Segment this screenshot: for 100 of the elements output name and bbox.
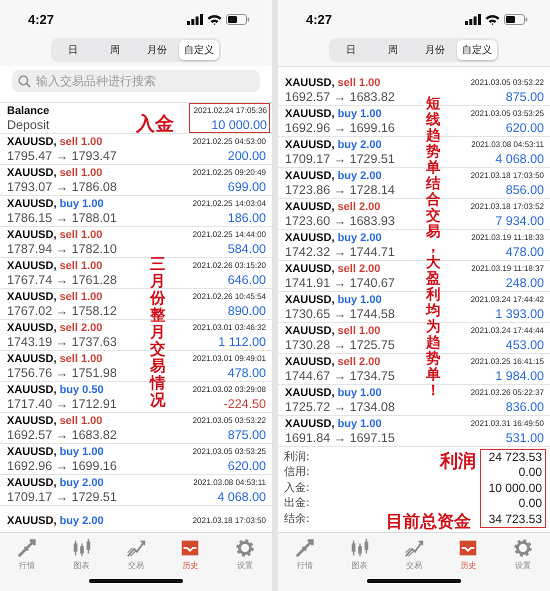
wifi-icon <box>207 14 222 24</box>
trade-time: 2021.03.19 11:18:33 <box>471 232 544 244</box>
trade-prices: 1786.15 → 1788.01 <box>7 210 117 226</box>
trade-profit: 890.00 <box>228 304 266 318</box>
search-field[interactable]: 输入交易品种进行搜索 <box>12 70 260 92</box>
nav-tab[interactable]: 交易 <box>394 537 434 571</box>
entry-title: Balance <box>7 104 50 118</box>
trade-prices: 1787.94 → 1782.10 <box>7 242 117 256</box>
trade-profit: 646.00 <box>228 272 266 288</box>
trade-time: 2021.03.05 03:53:22 <box>470 76 544 88</box>
trade-profit: 531.00 <box>506 430 544 446</box>
annotation-text: 目前总资金 <box>386 511 471 533</box>
trade-prices: 1709.17 → 1729.51 <box>7 490 117 504</box>
period-tab[interactable]: 日 <box>53 40 93 60</box>
trade-title: XAUUSD, buy 2.00 <box>7 476 105 490</box>
trade-profit: 620.00 <box>506 120 544 136</box>
trade-prices: 1723.60 → 1683.93 <box>285 214 395 228</box>
period-tab[interactable]: 日 <box>331 40 371 60</box>
period-tab[interactable]: 自定义 <box>457 40 497 60</box>
trade-prices: 1793.07 → 1786.08 <box>7 180 117 194</box>
trade-prices: 1692.57 → 1683.82 <box>285 90 395 104</box>
nav-tab[interactable]: 图表 <box>340 537 380 571</box>
trade-title: XAUUSD, buy 2.00 <box>285 138 383 152</box>
trade-time: 2021.03.18 17:03:50 <box>470 170 544 182</box>
period-tab[interactable]: 自定义 <box>179 40 219 60</box>
trade-title: XAUUSD, buy 2.00 <box>285 168 383 182</box>
trade-time: 2021.03.01 09:49:01 <box>192 352 266 364</box>
nav-tab[interactable]: 历史 <box>170 537 210 571</box>
trade-prices: 1725.72 → 1734.08 <box>285 400 395 414</box>
trade-profit: 4 068.00 <box>217 490 266 504</box>
battery-icon <box>226 14 250 24</box>
trade-title: XAUUSD, sell 1.00 <box>7 166 104 180</box>
trade-time: 2021.03.01 03:46:32 <box>192 322 266 334</box>
trade-profit: 699.00 <box>228 180 266 194</box>
trade-prices: 1756.76 → 1751.98 <box>7 366 117 380</box>
trade-profit: 1 112.00 <box>218 334 266 350</box>
trade-profit: 200.00 <box>228 148 266 164</box>
signal-icon <box>187 14 203 24</box>
trade-title: XAUUSD, buy 1.00 <box>7 196 105 210</box>
nav-tab[interactable]: 交易 <box>116 537 156 571</box>
trade-title: XAUUSD, sell 1.00 <box>285 324 382 338</box>
battery-icon <box>504 14 528 24</box>
period-tab[interactable]: 月份 <box>415 40 455 60</box>
trade-prices: 1717.40 → 1712.91 <box>7 396 117 412</box>
status-time: 4:27 <box>306 12 332 26</box>
trade-prices: 1744.67 → 1734.75 <box>285 368 395 384</box>
trade-prices: 1795.47 → 1793.47 <box>7 148 117 164</box>
trade-prices: 1743.19 → 1737.63 <box>7 334 117 350</box>
trade-profit: 1 984.00 <box>495 368 544 384</box>
trade-profit: 7 934.00 <box>495 214 544 228</box>
nav-tab[interactable]: 图表 <box>62 537 102 571</box>
settings-icon <box>512 537 534 559</box>
trade-time: 2021.02.25 09:20:49 <box>192 166 266 178</box>
summary-label: 结余: <box>284 510 310 526</box>
annotation-text: 短线趋势单结合交易，大盈利均为趋势单！ <box>426 97 440 400</box>
trade-title: XAUUSD, sell 1.00 <box>7 258 104 272</box>
entry-amount: 10 000.00 <box>211 118 267 132</box>
annotation-text: 三月份整月交易情况 <box>150 256 166 410</box>
nav-tab[interactable]: 设置 <box>502 537 543 571</box>
summary-label: 出金: <box>284 495 310 510</box>
trade-time: 2021.03.05 03:53:25 <box>470 108 544 120</box>
trade-title: XAUUSD, sell 1.00 <box>285 76 382 90</box>
trade-title: XAUUSD, sell 2.00 <box>285 354 382 368</box>
trade-time: 2021.03.02 03:29:08 <box>192 384 266 396</box>
signal-icon <box>465 14 481 24</box>
wifi-icon <box>485 14 500 24</box>
trade-title: XAUUSD, buy 1.00 <box>285 416 383 430</box>
trade-prices: 1742.32 → 1744.71 <box>285 244 395 260</box>
trade-profit: 875.00 <box>506 90 544 104</box>
trade-profit: 875.00 <box>228 428 266 442</box>
trade-profit: 478.00 <box>506 244 544 260</box>
entry-time: 2021.02.24 17:05:36 <box>194 104 267 116</box>
trade-prices: 1767.02 → 1758.12 <box>7 304 117 318</box>
summary-label: 入金: <box>284 480 310 495</box>
trade-title: XAUUSD, sell 1.00 <box>7 134 104 148</box>
trade-title: XAUUSD, buy 1.00 <box>7 444 105 458</box>
trade-prices: 1692.57 → 1683.82 <box>7 428 117 442</box>
trade-time: 2021.02.25 14:44:00 <box>192 228 266 240</box>
summary-value: 24 723.53 <box>488 450 542 465</box>
trade-prices: 1692.96 → 1699.16 <box>285 120 395 136</box>
trade-profit: 1 393.00 <box>495 306 544 322</box>
period-tab[interactable]: 周 <box>373 40 413 60</box>
trade-profit: 453.00 <box>506 338 544 352</box>
trade-title: XAUUSD, buy 2.00 <box>7 514 104 528</box>
trade-time: 2021.02.25 04:53:00 <box>192 136 266 148</box>
nav-tab[interactable]: 行情 <box>7 537 48 571</box>
period-tab[interactable]: 月份 <box>137 40 177 60</box>
summary-value: 10 000.00 <box>488 480 542 496</box>
nav-tab[interactable]: 行情 <box>285 537 326 571</box>
period-tab[interactable]: 周 <box>95 40 135 60</box>
trade-title: XAUUSD, sell 1.00 <box>7 228 104 242</box>
trade-time: 2021.02.26 03:15:20 <box>192 260 266 272</box>
annotation-text: 利润 <box>440 450 476 473</box>
trade-title: XAUUSD, sell 2.00 <box>7 320 104 334</box>
trade-profit: 4 068.00 <box>495 152 544 166</box>
nav-tab[interactable]: 历史 <box>448 537 488 571</box>
trade-title: XAUUSD, buy 1.00 <box>285 106 383 120</box>
nav-tab[interactable]: 设置 <box>224 537 265 571</box>
trade-time: 2021.03.05 03:53:22 <box>192 414 266 426</box>
trade-profit: 248.00 <box>506 276 544 290</box>
